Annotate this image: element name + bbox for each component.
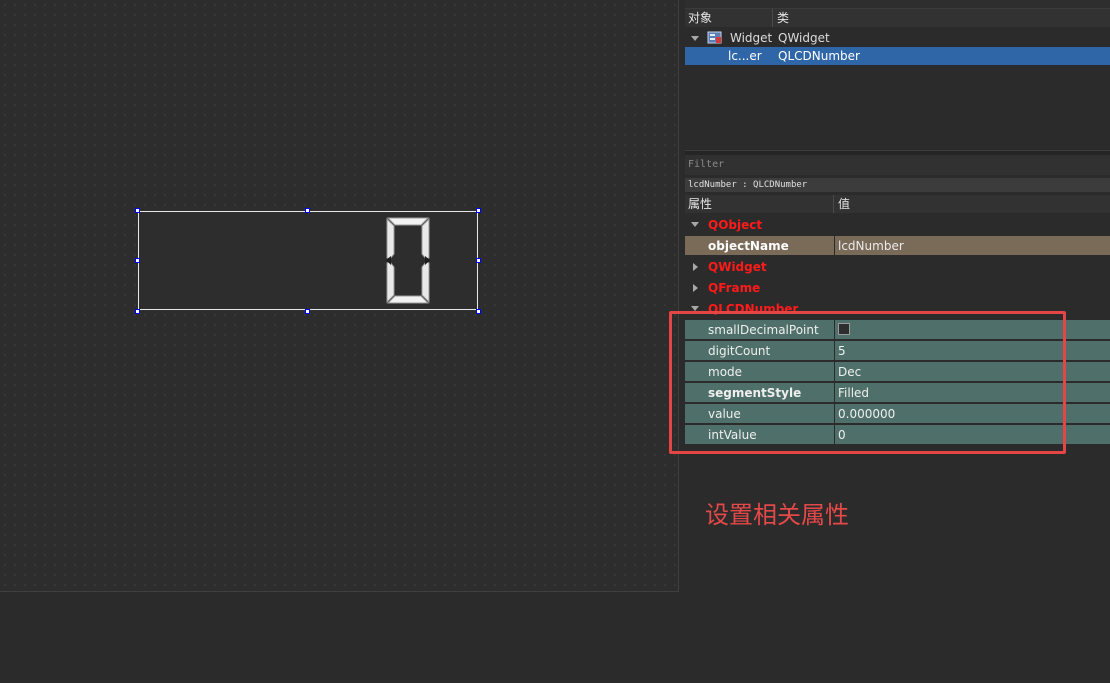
- right-dock: 对象 类 Widget QWidget lc...er QLCDNumber F…: [684, 0, 1110, 683]
- property-row-intvalue[interactable]: intValue 0: [685, 425, 1110, 445]
- column-divider: [834, 236, 835, 256]
- filter-placeholder: Filter: [688, 159, 725, 170]
- property-name: mode: [708, 365, 743, 379]
- column-divider: [834, 320, 835, 340]
- column-divider: [834, 362, 835, 382]
- form-design-canvas[interactable]: 0: [0, 0, 679, 592]
- column-divider: [834, 425, 835, 445]
- resize-handle-tr[interactable]: [476, 208, 481, 213]
- property-value[interactable]: lcdNumber: [838, 236, 904, 256]
- group-qlcdnumber[interactable]: QLCDNumber: [685, 299, 1110, 319]
- expand-arrow-icon[interactable]: [693, 284, 698, 292]
- header-class[interactable]: 类: [774, 9, 1110, 27]
- property-class-label: lcdNumber : QLCDNumber: [685, 178, 1110, 192]
- resize-handle-tc[interactable]: [305, 208, 310, 213]
- resize-handle-ml[interactable]: [135, 258, 140, 263]
- column-divider: [834, 404, 835, 424]
- group-label: QFrame: [708, 281, 761, 295]
- tree-row-widget[interactable]: Widget QWidget: [685, 29, 1110, 47]
- group-qwidget[interactable]: QWidget: [685, 257, 1110, 277]
- resize-handle-bc[interactable]: [305, 309, 310, 314]
- tree-object-class: QLCDNumber: [778, 49, 860, 63]
- collapse-arrow-icon[interactable]: [691, 306, 699, 311]
- header-object[interactable]: 对象: [685, 9, 773, 27]
- property-name: smallDecimalPoint: [708, 323, 819, 337]
- property-row-smalldecimalpoint[interactable]: smallDecimalPoint: [685, 320, 1110, 340]
- tree-object-name: lc...er: [728, 49, 762, 63]
- collapse-arrow-icon[interactable]: [691, 222, 699, 227]
- expand-arrow-icon[interactable]: [691, 36, 699, 41]
- property-name: intValue: [708, 428, 757, 442]
- property-row-segmentstyle[interactable]: segmentStyle Filled: [685, 383, 1110, 403]
- widget-form-icon: [707, 31, 722, 44]
- annotation-caption: 设置相关属性: [705, 501, 849, 529]
- tree-object-name: Widget: [730, 31, 773, 45]
- property-row-value[interactable]: value 0.000000: [685, 404, 1110, 424]
- property-name: segmentStyle: [708, 386, 802, 400]
- group-label: QLCDNumber: [708, 302, 799, 316]
- property-row-digitcount[interactable]: digitCount 5: [685, 341, 1110, 361]
- smalldecimalpoint-checkbox[interactable]: [838, 323, 850, 335]
- property-row-objectname[interactable]: objectName lcdNumber: [685, 236, 1110, 256]
- lcd-digit-zero: [386, 217, 430, 304]
- property-value[interactable]: 0: [838, 425, 846, 445]
- column-divider: [834, 383, 835, 403]
- resize-handle-mr[interactable]: [476, 258, 481, 263]
- resize-handle-br[interactable]: [476, 309, 481, 314]
- property-value[interactable]: 0.000000: [838, 404, 895, 424]
- resize-handle-bl[interactable]: [135, 309, 140, 314]
- canvas-footer-area: [0, 592, 679, 683]
- property-row-mode[interactable]: mode Dec: [685, 362, 1110, 382]
- tree-object-class: QWidget: [778, 31, 830, 45]
- property-editor-header: 属性 值: [685, 195, 1110, 213]
- object-inspector-header: 对象 类: [685, 9, 1110, 27]
- property-name: digitCount: [708, 344, 771, 358]
- group-qobject[interactable]: QObject: [685, 215, 1110, 235]
- group-label: QWidget: [708, 260, 767, 274]
- group-qframe[interactable]: QFrame: [685, 278, 1110, 298]
- property-name: value: [708, 407, 741, 421]
- property-value[interactable]: Dec: [838, 362, 861, 382]
- tree-row-lcdnumber[interactable]: lc...er QLCDNumber: [685, 47, 1110, 65]
- expand-arrow-icon[interactable]: [693, 263, 698, 271]
- group-label: QObject: [708, 218, 763, 232]
- property-value[interactable]: 5: [838, 341, 846, 361]
- object-inspector-titlebar: [685, 0, 1110, 9]
- header-property[interactable]: 属性: [685, 195, 834, 213]
- property-value[interactable]: Filled: [838, 383, 869, 403]
- resize-handle-tl[interactable]: [135, 208, 140, 213]
- header-value[interactable]: 值: [835, 195, 1110, 213]
- property-filter-input[interactable]: Filter: [685, 155, 1110, 175]
- property-name: objectName: [708, 239, 789, 253]
- column-divider: [834, 341, 835, 361]
